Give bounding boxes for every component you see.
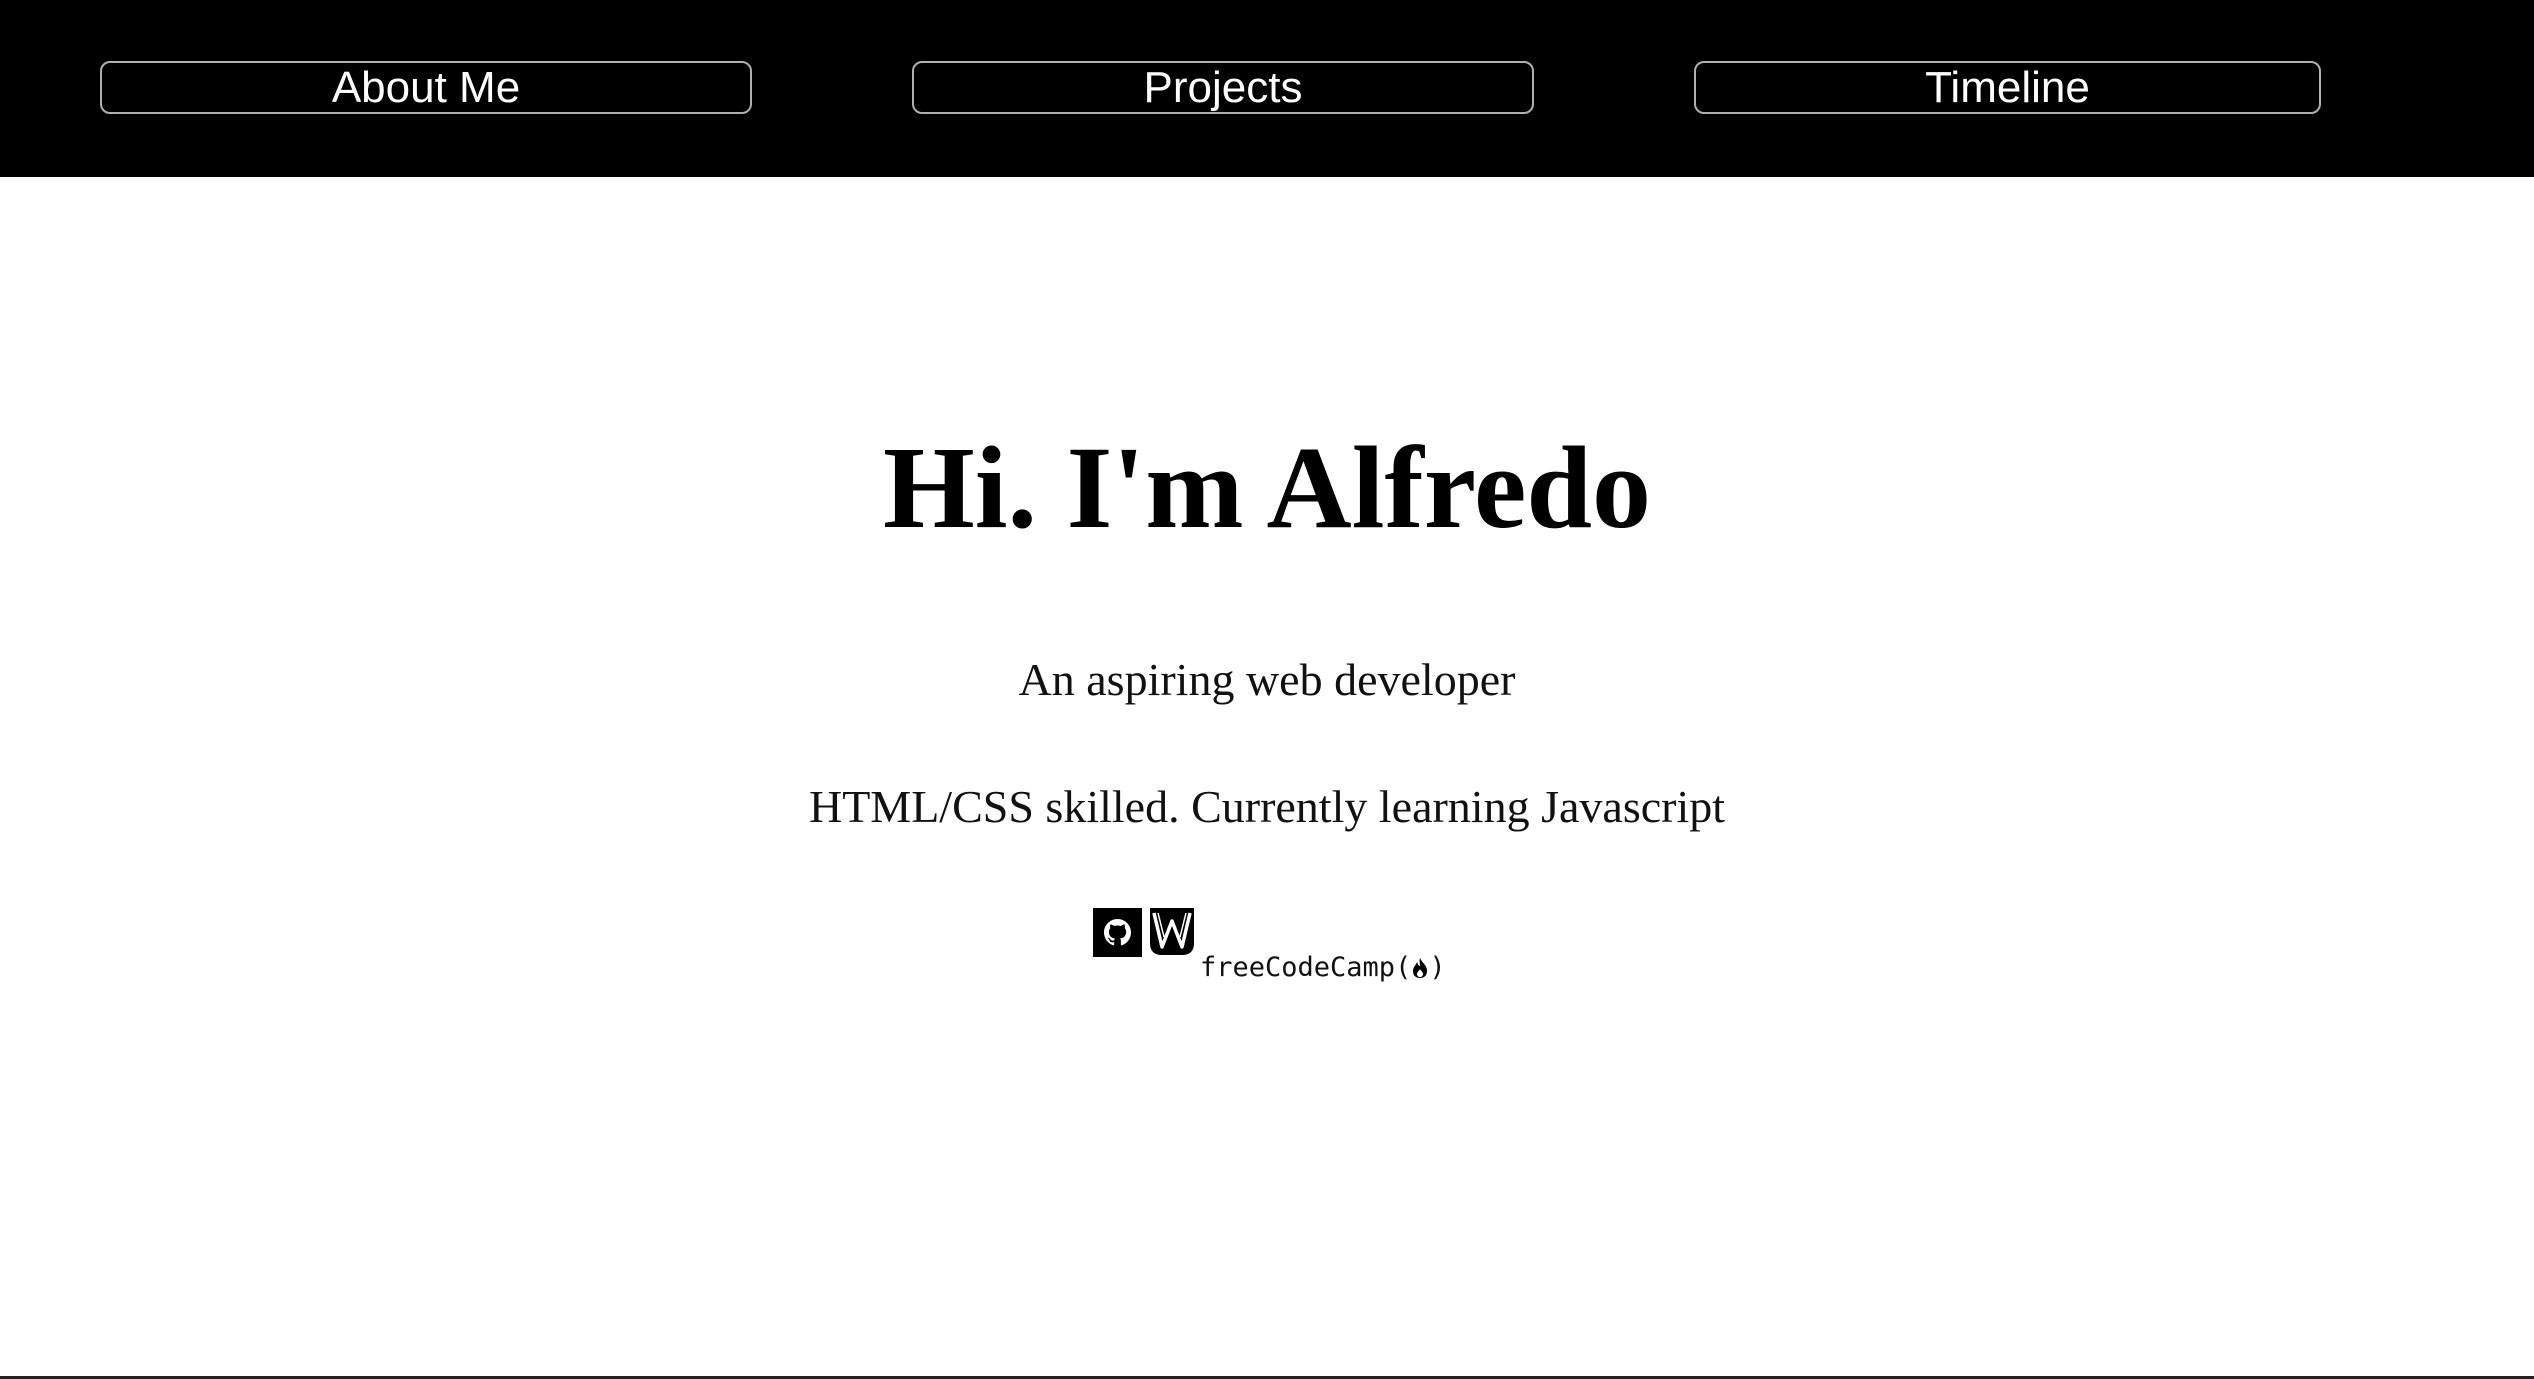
nav-projects-button[interactable]: Projects bbox=[912, 61, 1534, 114]
top-navbar: About Me Projects Timeline bbox=[0, 0, 2534, 177]
hero-skills: HTML/CSS skilled. Currently learning Jav… bbox=[808, 781, 1726, 832]
github-link[interactable] bbox=[1093, 908, 1142, 957]
wordpress-link[interactable] bbox=[1149, 907, 1195, 956]
fcc-close-paren: ) bbox=[1429, 952, 1446, 983]
nav-about-me-button[interactable]: About Me bbox=[100, 61, 752, 114]
flame-icon bbox=[1413, 958, 1428, 978]
freecodecamp-link[interactable]: freeCodeCamp() bbox=[1200, 951, 1446, 985]
nav-timeline-button[interactable]: Timeline bbox=[1694, 61, 2321, 114]
hero-subtitle: An aspiring web developer bbox=[1018, 654, 1516, 705]
fcc-text: freeCodeCamp( bbox=[1200, 952, 1412, 983]
hero-title: Hi. I'm Alfredo bbox=[882, 422, 1652, 553]
github-icon bbox=[1104, 919, 1131, 946]
wordpress-icon bbox=[1150, 908, 1194, 955]
